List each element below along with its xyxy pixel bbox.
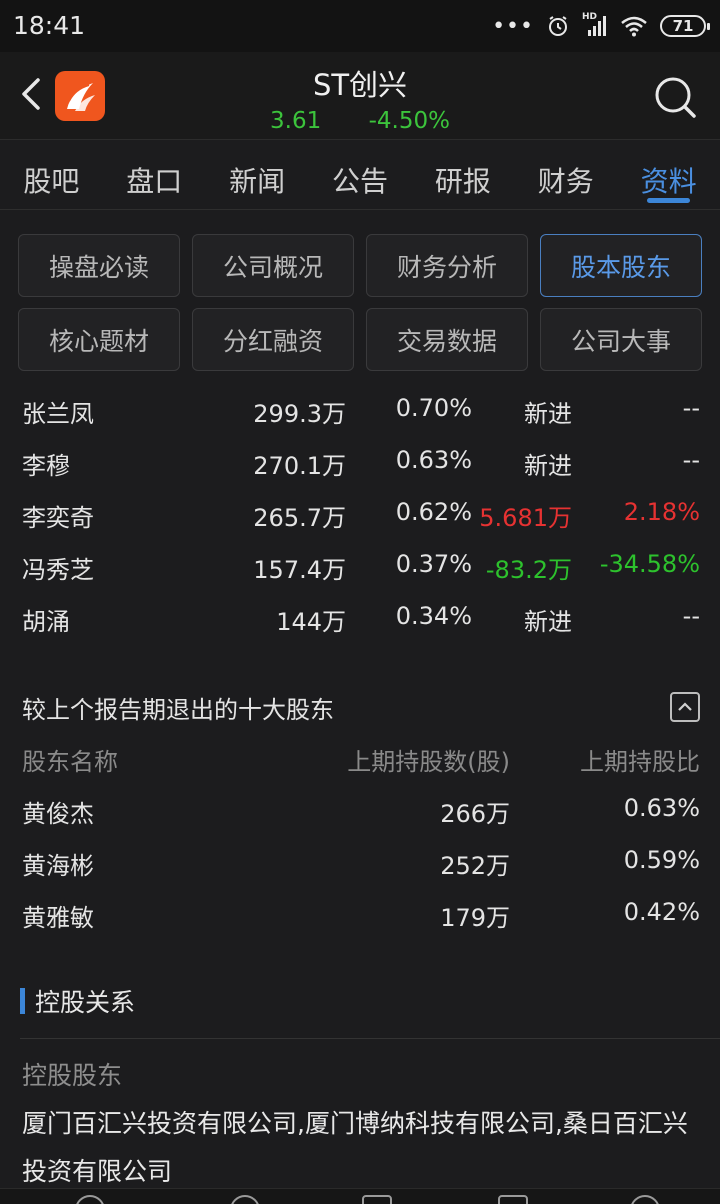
holder-shares: 157.4万 (253, 556, 346, 584)
nav-comment-icon[interactable] (230, 1195, 260, 1204)
holder-ratio: 0.62% (395, 498, 472, 526)
tab-pankou[interactable]: 盘口 (103, 141, 206, 209)
section-accent-bar (20, 988, 25, 1014)
app-logo[interactable] (55, 71, 105, 121)
holder-change-pct: -- (682, 446, 700, 474)
search-icon[interactable] (652, 74, 698, 120)
more-dots-icon: ••• (492, 13, 534, 39)
exited-holder-name: 黄海彬 (22, 852, 94, 880)
chip-company-overview[interactable]: 公司概况 (192, 234, 354, 297)
holder-shares: 270.1万 (253, 452, 346, 480)
controlling-holder-label: 控股股东 (22, 1061, 123, 1090)
exited-holder-shares: 266万 (440, 800, 510, 828)
exited-holder-ratio: 0.42% (623, 898, 700, 926)
holder-ratio: 0.63% (395, 446, 472, 474)
tab-news[interactable]: 新闻 (206, 141, 309, 209)
holder-change-pct: 2.18% (623, 498, 700, 526)
table-row[interactable]: 李穆 270.1万 0.63% 新进 -- (0, 436, 720, 488)
holder-name: 冯秀芝 (22, 556, 94, 584)
holder-change: 新进 (524, 400, 572, 428)
holder-change-pct: -- (682, 394, 700, 422)
exited-holders-title: 较上个报告期退出的十大股东 (22, 696, 334, 724)
holder-name: 李奕奇 (22, 504, 94, 532)
exited-holders-table: 股东名称 上期持股数(股) 上期持股比 黄俊杰 266万 0.63% 黄海彬 2… (0, 732, 720, 940)
exited-holder-shares: 252万 (440, 852, 510, 880)
stock-header: ST创兴 3.61 -4.50% (0, 52, 720, 140)
control-section-header: 控股关系 (20, 986, 136, 1017)
holder-change-pct: -- (682, 602, 700, 630)
holder-ratio: 0.70% (395, 394, 472, 422)
holder-change: 新进 (524, 452, 572, 480)
logo-icon (67, 83, 95, 111)
nav-more-icon[interactable] (630, 1195, 660, 1204)
table-row[interactable]: 张兰凤 299.3万 0.70% 新进 -- (0, 384, 720, 436)
table-header: 股东名称 上期持股数(股) 上期持股比 (0, 732, 720, 784)
signal-icon: HD (582, 12, 608, 38)
table-row[interactable]: 李奕奇 265.7万 0.62% 5.681万 2.18% (0, 488, 720, 540)
chip-financial-analysis[interactable]: 财务分析 (366, 234, 528, 297)
stock-price: 3.61 (270, 108, 322, 134)
holder-change: 新进 (524, 608, 572, 636)
exited-holder-ratio: 0.59% (623, 846, 700, 874)
holder-name: 胡涌 (22, 608, 70, 636)
table-row[interactable]: 黄雅敏 179万 0.42% (0, 888, 720, 940)
alarm-icon (549, 16, 567, 36)
top-holders-table: 张兰凤 299.3万 0.70% 新进 -- 李穆 270.1万 0.63% 新… (0, 384, 720, 644)
nav-home-icon[interactable] (75, 1195, 105, 1204)
tab-guba[interactable]: 股吧 (0, 141, 103, 209)
nav-edit-icon[interactable] (362, 1195, 392, 1204)
status-time: 18:41 (13, 11, 86, 40)
nav-grid-icon[interactable] (498, 1195, 528, 1204)
holder-name: 张兰凤 (22, 400, 94, 428)
profile-subsections: 操盘必读 公司概况 财务分析 股本股东 核心题材 分红融资 交易数据 公司大事 (18, 234, 702, 371)
section-tabs: 股吧 盘口 新闻 公告 研报 财务 资料 (0, 141, 720, 210)
exited-holder-name: 黄俊杰 (22, 800, 94, 828)
exited-holder-name: 黄雅敏 (22, 904, 94, 932)
holder-ratio: 0.34% (395, 602, 472, 630)
tab-finance[interactable]: 财务 (514, 141, 617, 209)
holder-shares: 144万 (276, 608, 346, 636)
chip-company-events[interactable]: 公司大事 (540, 308, 702, 371)
holder-change: -83.2万 (485, 556, 572, 584)
table-row[interactable]: 胡涌 144万 0.34% 新进 -- (0, 592, 720, 644)
back-arrow-icon[interactable] (14, 74, 54, 114)
holder-name: 李穆 (22, 452, 70, 480)
column-header-ratio: 上期持股比 (580, 748, 700, 776)
status-bar: 18:41 ••• HD 71 (0, 0, 720, 52)
control-section-title: 控股关系 (35, 988, 136, 1017)
chip-core-themes[interactable]: 核心题材 (18, 308, 180, 371)
chip-trading-data[interactable]: 交易数据 (366, 308, 528, 371)
chip-trading-must-read[interactable]: 操盘必读 (18, 234, 180, 297)
controlling-holder-value: 厦门百汇兴投资有限公司,厦门博纳科技有限公司,桑日百汇兴投资有限公司 (22, 1109, 688, 1186)
holder-shares: 265.7万 (253, 504, 346, 532)
stock-change-pct: -4.50% (368, 108, 450, 134)
battery-icon: 71 (660, 15, 710, 37)
column-header-shares: 上期持股数(股) (347, 748, 510, 776)
divider (20, 1038, 720, 1039)
exited-holder-shares: 179万 (440, 904, 510, 932)
stock-name: ST创兴 (312, 68, 408, 102)
chip-share-capital-holders[interactable]: 股本股东 (540, 234, 702, 297)
holder-shares: 299.3万 (253, 400, 346, 428)
column-header-name: 股东名称 (22, 748, 118, 776)
table-row[interactable]: 黄海彬 252万 0.59% (0, 836, 720, 888)
exited-holder-ratio: 0.63% (623, 794, 700, 822)
tab-announcements[interactable]: 公告 (309, 141, 412, 209)
collapse-button[interactable] (670, 692, 700, 722)
stock-quote: 3.61 -4.50% (160, 108, 560, 134)
tab-profile[interactable]: 资料 (617, 141, 720, 209)
tab-research[interactable]: 研报 (411, 141, 514, 209)
table-row[interactable]: 冯秀芝 157.4万 0.37% -83.2万 -34.58% (0, 540, 720, 592)
holder-ratio: 0.37% (395, 550, 472, 578)
chip-dividend-financing[interactable]: 分红融资 (192, 308, 354, 371)
holder-change-pct: -34.58% (599, 550, 700, 578)
holder-change: 5.681万 (479, 504, 572, 532)
chevron-up-icon (678, 702, 692, 711)
wifi-icon (621, 16, 647, 37)
bottom-nav (0, 1188, 720, 1204)
table-row[interactable]: 黄俊杰 266万 0.63% (0, 784, 720, 836)
status-icons: ••• HD 71 (492, 12, 710, 40)
stock-title-block: ST创兴 3.61 -4.50% (160, 62, 560, 134)
